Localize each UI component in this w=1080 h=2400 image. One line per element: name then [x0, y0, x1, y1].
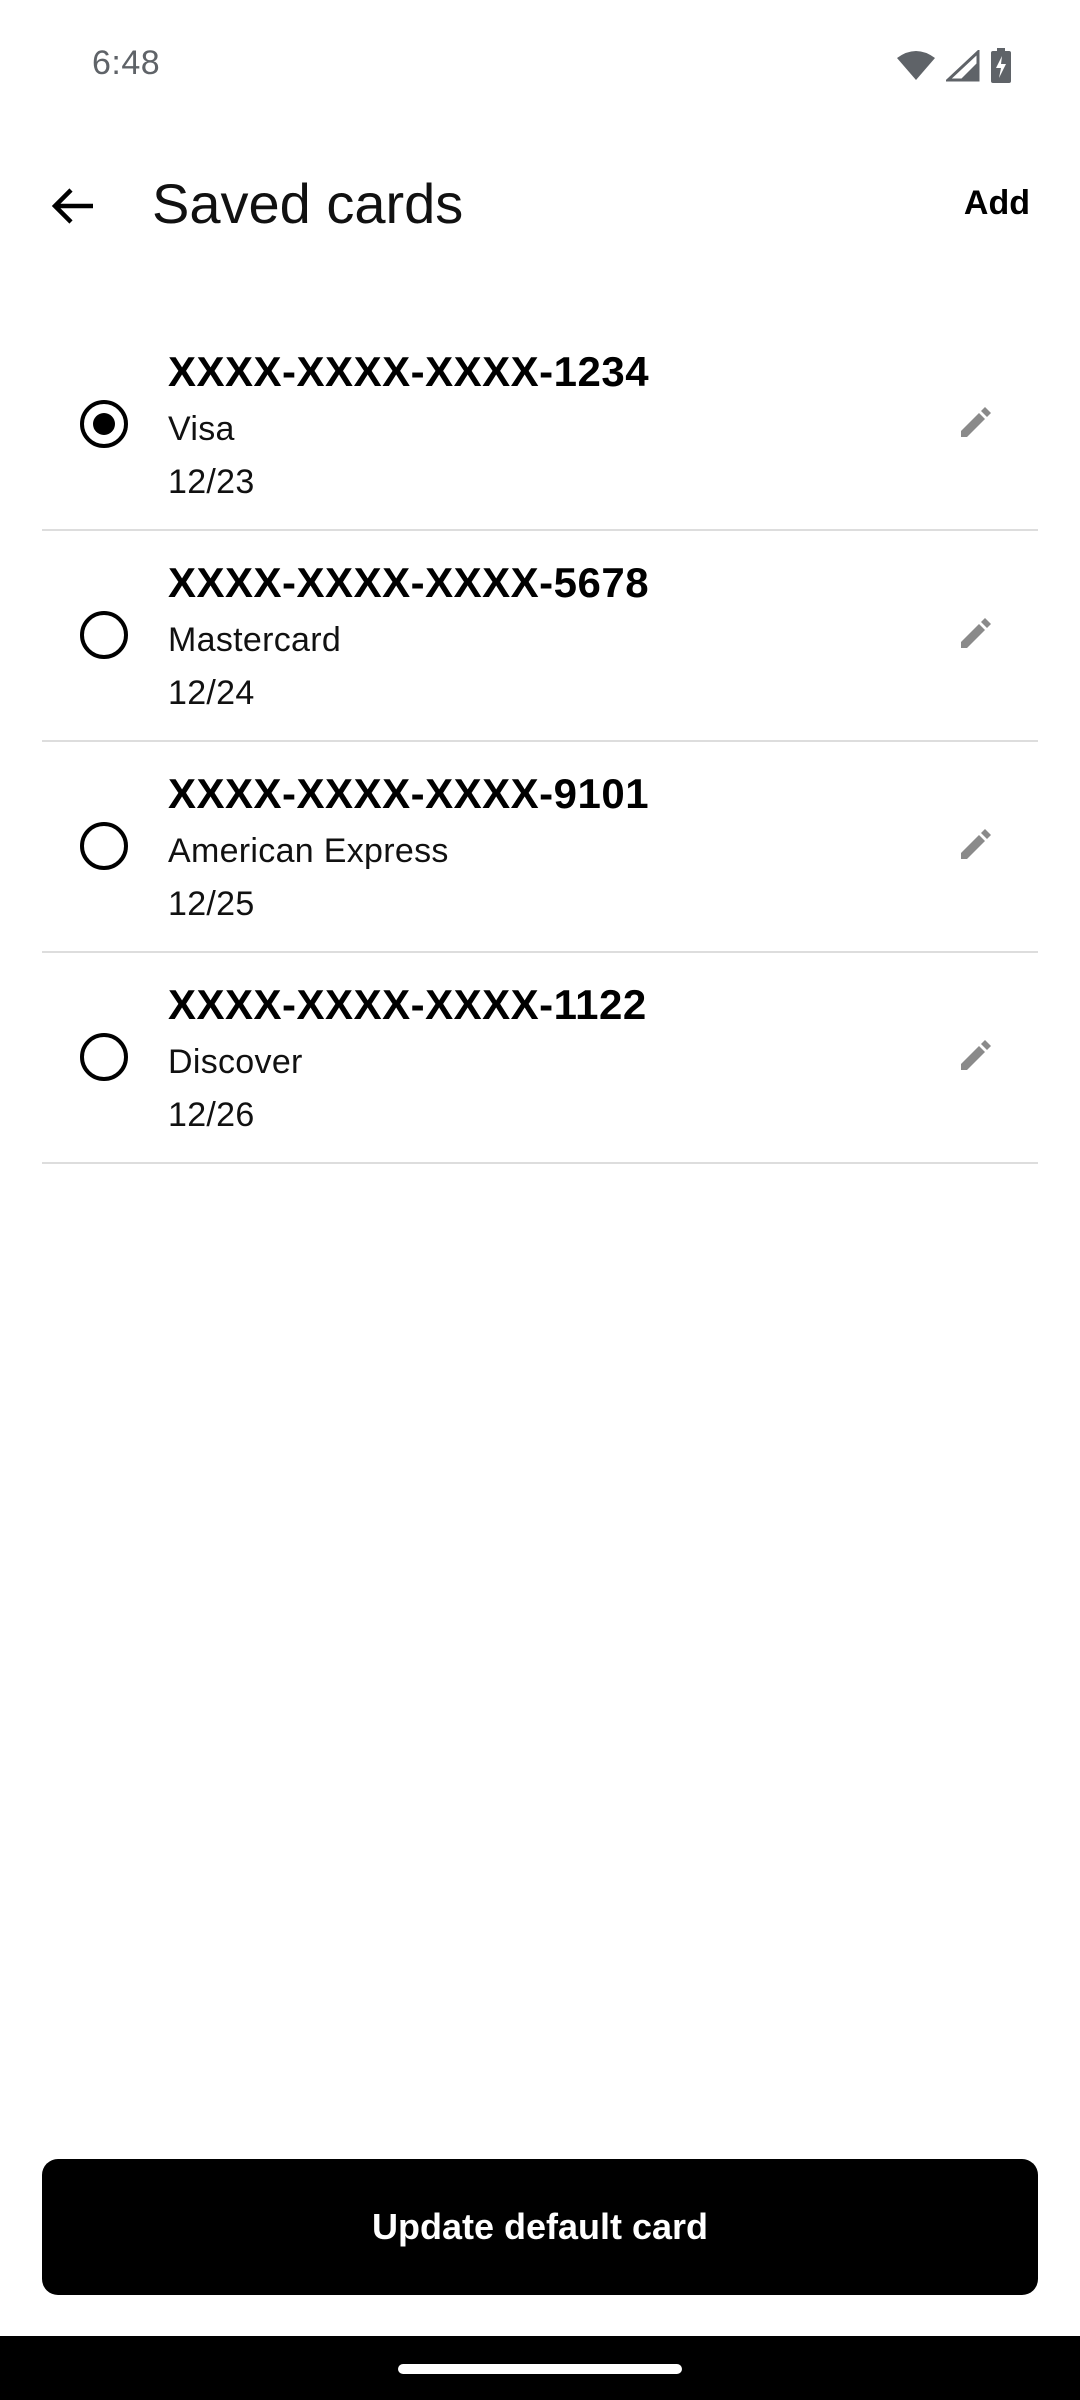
- navigation-bar: [0, 2336, 1080, 2400]
- card-number: XXXX-XXXX-XXXX-5678: [168, 559, 650, 606]
- battery-charging-icon: [990, 48, 1012, 84]
- back-button[interactable]: [30, 165, 116, 251]
- card-brand: American Express: [168, 832, 449, 870]
- card-list-item[interactable]: XXXX-XXXX-XXXX-1234 Visa 12/23: [42, 320, 1038, 531]
- card-expiry: 12/26: [168, 1096, 255, 1134]
- card-list: XXXX-XXXX-XXXX-1234 Visa 12/23 XXXX-XXXX…: [42, 320, 1038, 1164]
- pencil-icon: [958, 404, 994, 445]
- card-brand: Visa: [168, 410, 235, 448]
- home-indicator[interactable]: [398, 2364, 682, 2374]
- add-card-button[interactable]: Add: [964, 184, 1030, 223]
- arrow-back-icon: [49, 182, 97, 235]
- card-number: XXXX-XXXX-XXXX-9101: [168, 770, 650, 817]
- edit-card-button[interactable]: [950, 1031, 1002, 1083]
- cell-signal-icon: [946, 50, 980, 82]
- card-list-item[interactable]: XXXX-XXXX-XXXX-1122 Discover 12/26: [42, 953, 1038, 1164]
- status-bar: 6:48: [0, 0, 1080, 130]
- wifi-icon: [896, 50, 936, 82]
- pencil-icon: [958, 615, 994, 656]
- status-icons: [896, 48, 1012, 84]
- pencil-icon: [958, 826, 994, 867]
- card-number: XXXX-XXXX-XXXX-1234: [168, 348, 650, 395]
- edit-card-button[interactable]: [950, 820, 1002, 872]
- card-list-item[interactable]: XXXX-XXXX-XXXX-9101 American Express 12/…: [42, 742, 1038, 953]
- card-radio-button[interactable]: [80, 1033, 128, 1081]
- card-number: XXXX-XXXX-XXXX-1122: [168, 981, 647, 1028]
- card-list-item[interactable]: XXXX-XXXX-XXXX-5678 Mastercard 12/24: [42, 531, 1038, 742]
- edit-card-button[interactable]: [950, 398, 1002, 450]
- status-time: 6:48: [92, 44, 161, 82]
- card-radio-button[interactable]: [80, 400, 128, 448]
- card-radio-button[interactable]: [80, 822, 128, 870]
- pencil-icon: [958, 1037, 994, 1078]
- page-title: Saved cards: [152, 172, 464, 235]
- card-brand: Mastercard: [168, 621, 342, 659]
- radio-selected-dot: [93, 413, 115, 435]
- update-default-card-button[interactable]: Update default card: [42, 2159, 1038, 2295]
- app-bar: Saved cards Add: [0, 140, 1080, 270]
- card-radio-button[interactable]: [80, 611, 128, 659]
- edit-card-button[interactable]: [950, 609, 1002, 661]
- card-expiry: 12/23: [168, 463, 255, 501]
- card-brand: Discover: [168, 1043, 303, 1081]
- card-expiry: 12/25: [168, 885, 255, 923]
- card-expiry: 12/24: [168, 674, 255, 712]
